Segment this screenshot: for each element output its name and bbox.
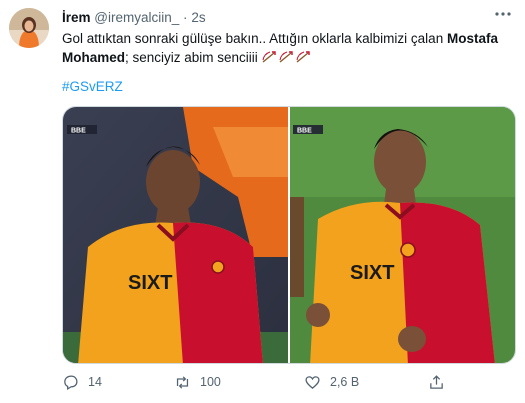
author-handle[interactable]: @iremyalciin_ — [94, 10, 179, 25]
photo-right[interactable]: SIXT BBE — [290, 107, 515, 363]
media-grid: SIXT BBE SIXT BBE — [62, 106, 516, 364]
reply-icon — [64, 374, 78, 390]
share-icon — [430, 374, 443, 389]
heart-icon — [305, 375, 320, 389]
separator-dot: · — [183, 10, 188, 25]
tweet-text-part2: ; senciyiz abim senciiii — [125, 50, 258, 65]
photo-left[interactable]: SIXT BBE — [63, 107, 288, 363]
author-name[interactable]: İrem — [62, 10, 91, 25]
tweet-text-part1: Gol attıktan sonraki gülüşe bakın.. Attı… — [62, 31, 447, 46]
retweet-button[interactable]: 100 — [174, 374, 221, 391]
tweet-header: İrem @iremyalciin_ · 2s — [62, 9, 206, 26]
like-count: 2,6 B — [330, 375, 360, 389]
avatar[interactable] — [9, 8, 49, 48]
broadcaster-logo-right: BBE — [297, 128, 312, 135]
tweet-actions: 14 100 2,6 B — [62, 372, 462, 392]
jersey-sponsor-left: SIXT — [128, 272, 172, 294]
tweet-card[interactable]: İrem @iremyalciin_ · 2s Gol attıktan son… — [0, 0, 525, 403]
more-dots-icon[interactable] — [491, 4, 515, 24]
hashtag-link[interactable]: #GSvERZ — [62, 79, 123, 94]
jersey-sponsor-right: SIXT — [350, 262, 394, 284]
bow-and-arrow-emoji — [262, 50, 313, 65]
tweet-text: Gol attıktan sonraki gülüşe bakın.. Attı… — [62, 29, 502, 67]
broadcaster-logo-left: BBE — [71, 128, 86, 135]
reply-count: 14 — [88, 375, 102, 389]
reply-button[interactable]: 14 — [62, 374, 102, 391]
retweet-icon — [176, 375, 189, 389]
like-button[interactable]: 2,6 B — [304, 374, 359, 391]
timestamp[interactable]: 2s — [191, 10, 205, 25]
retweet-count: 100 — [200, 375, 221, 389]
share-button[interactable] — [428, 374, 454, 391]
